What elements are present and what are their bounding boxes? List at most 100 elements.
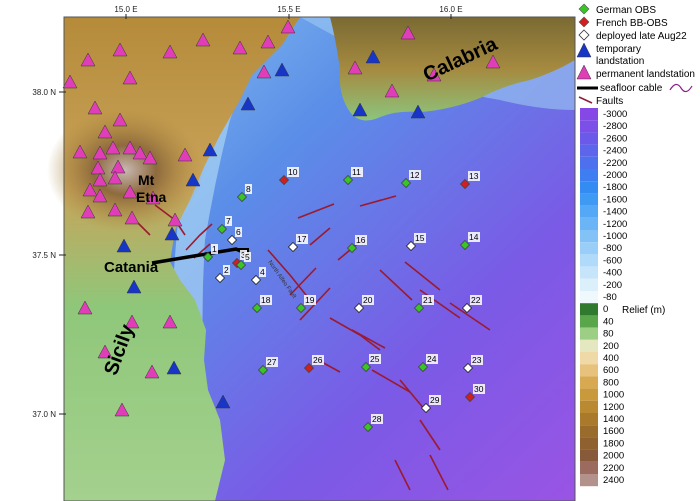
legend-label: German OBS (596, 5, 656, 16)
scale-swatch (580, 449, 598, 462)
relief-color-scale: -3000-2800-2600-2400-2200-2000-1800-1600… (580, 108, 627, 487)
scale-swatch (580, 230, 598, 243)
scale-label: 600 (603, 365, 619, 376)
legend-label: Faults (596, 96, 623, 107)
scale-swatch (580, 144, 598, 157)
scale-label: 200 (603, 341, 619, 352)
station-label: 6 (236, 227, 241, 237)
scale-label: -1000 (603, 231, 627, 242)
legend: German OBS French BB-OBS deployed late A… (576, 3, 695, 487)
station-label: 28 (372, 414, 382, 424)
scale-label: 400 (603, 353, 619, 364)
red-diamond-icon (578, 16, 590, 28)
scale-label: -80 (603, 292, 617, 303)
scale-label: -400 (603, 268, 622, 279)
lat-tick-37: 37.0 N (32, 410, 56, 419)
scale-label: 40 (603, 316, 614, 327)
station-label: 27 (267, 357, 277, 367)
blue-triangle-icon (576, 42, 592, 58)
scale-swatch (580, 437, 598, 450)
station-label: 19 (305, 295, 315, 305)
scale-swatch (580, 425, 598, 438)
station-label: 24 (427, 354, 437, 364)
lon-tick-16: 16.0 E (439, 5, 462, 14)
station-label: 8 (246, 184, 251, 194)
legend-item-seafloor-cable: seafloor cable (577, 83, 693, 94)
legend-label: French BB-OBS (596, 18, 668, 29)
scale-label: -1800 (603, 182, 627, 193)
scale-label: -1200 (603, 219, 627, 230)
lon-tick-15: 15.0 E (114, 5, 137, 14)
legend-item-german-obs: German OBS (578, 3, 656, 16)
legend-label: temporary (596, 44, 641, 55)
scale-label: -600 (603, 255, 622, 266)
scale-swatch (580, 400, 598, 413)
lon-tick-15-5: 15.5 E (277, 5, 300, 14)
scale-label: 0 (603, 304, 608, 315)
etna-relief (47, 108, 203, 232)
scale-swatch (580, 193, 598, 206)
scale-label: 1400 (603, 414, 624, 425)
white-diamond-icon (578, 29, 590, 41)
station-label: 26 (313, 355, 323, 365)
scale-swatch (580, 169, 598, 182)
label-mt-etna-line1: Mt (138, 172, 155, 188)
scale-label: 1800 (603, 438, 624, 449)
station-label: 4 (260, 267, 265, 277)
scale-swatch (580, 303, 598, 316)
scale-swatch (580, 376, 598, 389)
station-label: 15 (415, 233, 425, 243)
scale-label: -800 (603, 243, 622, 254)
scale-swatch (580, 352, 598, 365)
label-mt-etna-line2: Etna (136, 189, 167, 205)
scale-swatch (580, 291, 598, 304)
legend-label: seafloor cable (600, 83, 663, 94)
legend-item-temporary-landstation: temporary landstation (576, 42, 644, 67)
scale-swatch (580, 315, 598, 328)
map-figure: 1234567810 11 12 131415161718 19 20 21 22232425… (32, 3, 695, 501)
scale-label: -2800 (603, 121, 627, 132)
station-label: 23 (472, 355, 482, 365)
scale-swatch (580, 254, 598, 267)
scale-swatch (580, 242, 598, 255)
station-label: 12 (410, 170, 420, 180)
scale-label: -200 (603, 280, 622, 291)
scale-label: 80 (603, 329, 614, 340)
legend-item-deployed: deployed late Aug22 (578, 29, 687, 42)
wave-icon (669, 83, 693, 93)
station-label: 20 (363, 295, 373, 305)
legend-label: deployed late Aug22 (596, 31, 687, 42)
station-label: 13 (469, 171, 479, 181)
relief-unit-label: Relief (m) (622, 305, 665, 316)
scale-swatch (580, 205, 598, 218)
label-catania: Catania (104, 259, 159, 276)
scale-label: 2200 (603, 463, 624, 474)
legend-item-permanent-landstation: permanent landstation (576, 64, 695, 80)
scale-swatch (580, 474, 598, 487)
station-label: 5 (245, 252, 250, 262)
scale-label: -2000 (603, 170, 627, 181)
magenta-triangle-icon (576, 64, 592, 80)
scale-label: 1000 (603, 390, 624, 401)
scale-swatch (580, 364, 598, 377)
station-label: 14 (469, 232, 479, 242)
station-label: 18 (261, 295, 271, 305)
scale-swatch (580, 461, 598, 474)
scale-label: 2400 (603, 475, 624, 486)
legend-item-french-obs: French BB-OBS (578, 16, 668, 29)
station-label: 30 (474, 384, 484, 394)
station-label: 21 (423, 295, 433, 305)
green-diamond-icon (578, 3, 590, 15)
legend-label: permanent landstation (596, 69, 695, 80)
scale-swatch (580, 156, 598, 169)
scale-swatch (580, 413, 598, 426)
legend-label-cont: landstation (596, 56, 644, 67)
scale-swatch (580, 327, 598, 340)
scale-label: 1200 (603, 402, 624, 413)
fault-line-icon (578, 96, 593, 104)
station-label: 11 (352, 167, 361, 177)
station-label: 17 (297, 234, 307, 244)
station-label: 7 (226, 216, 231, 226)
lat-tick-37-5: 37.5 N (32, 251, 56, 260)
scale-swatch (580, 217, 598, 230)
